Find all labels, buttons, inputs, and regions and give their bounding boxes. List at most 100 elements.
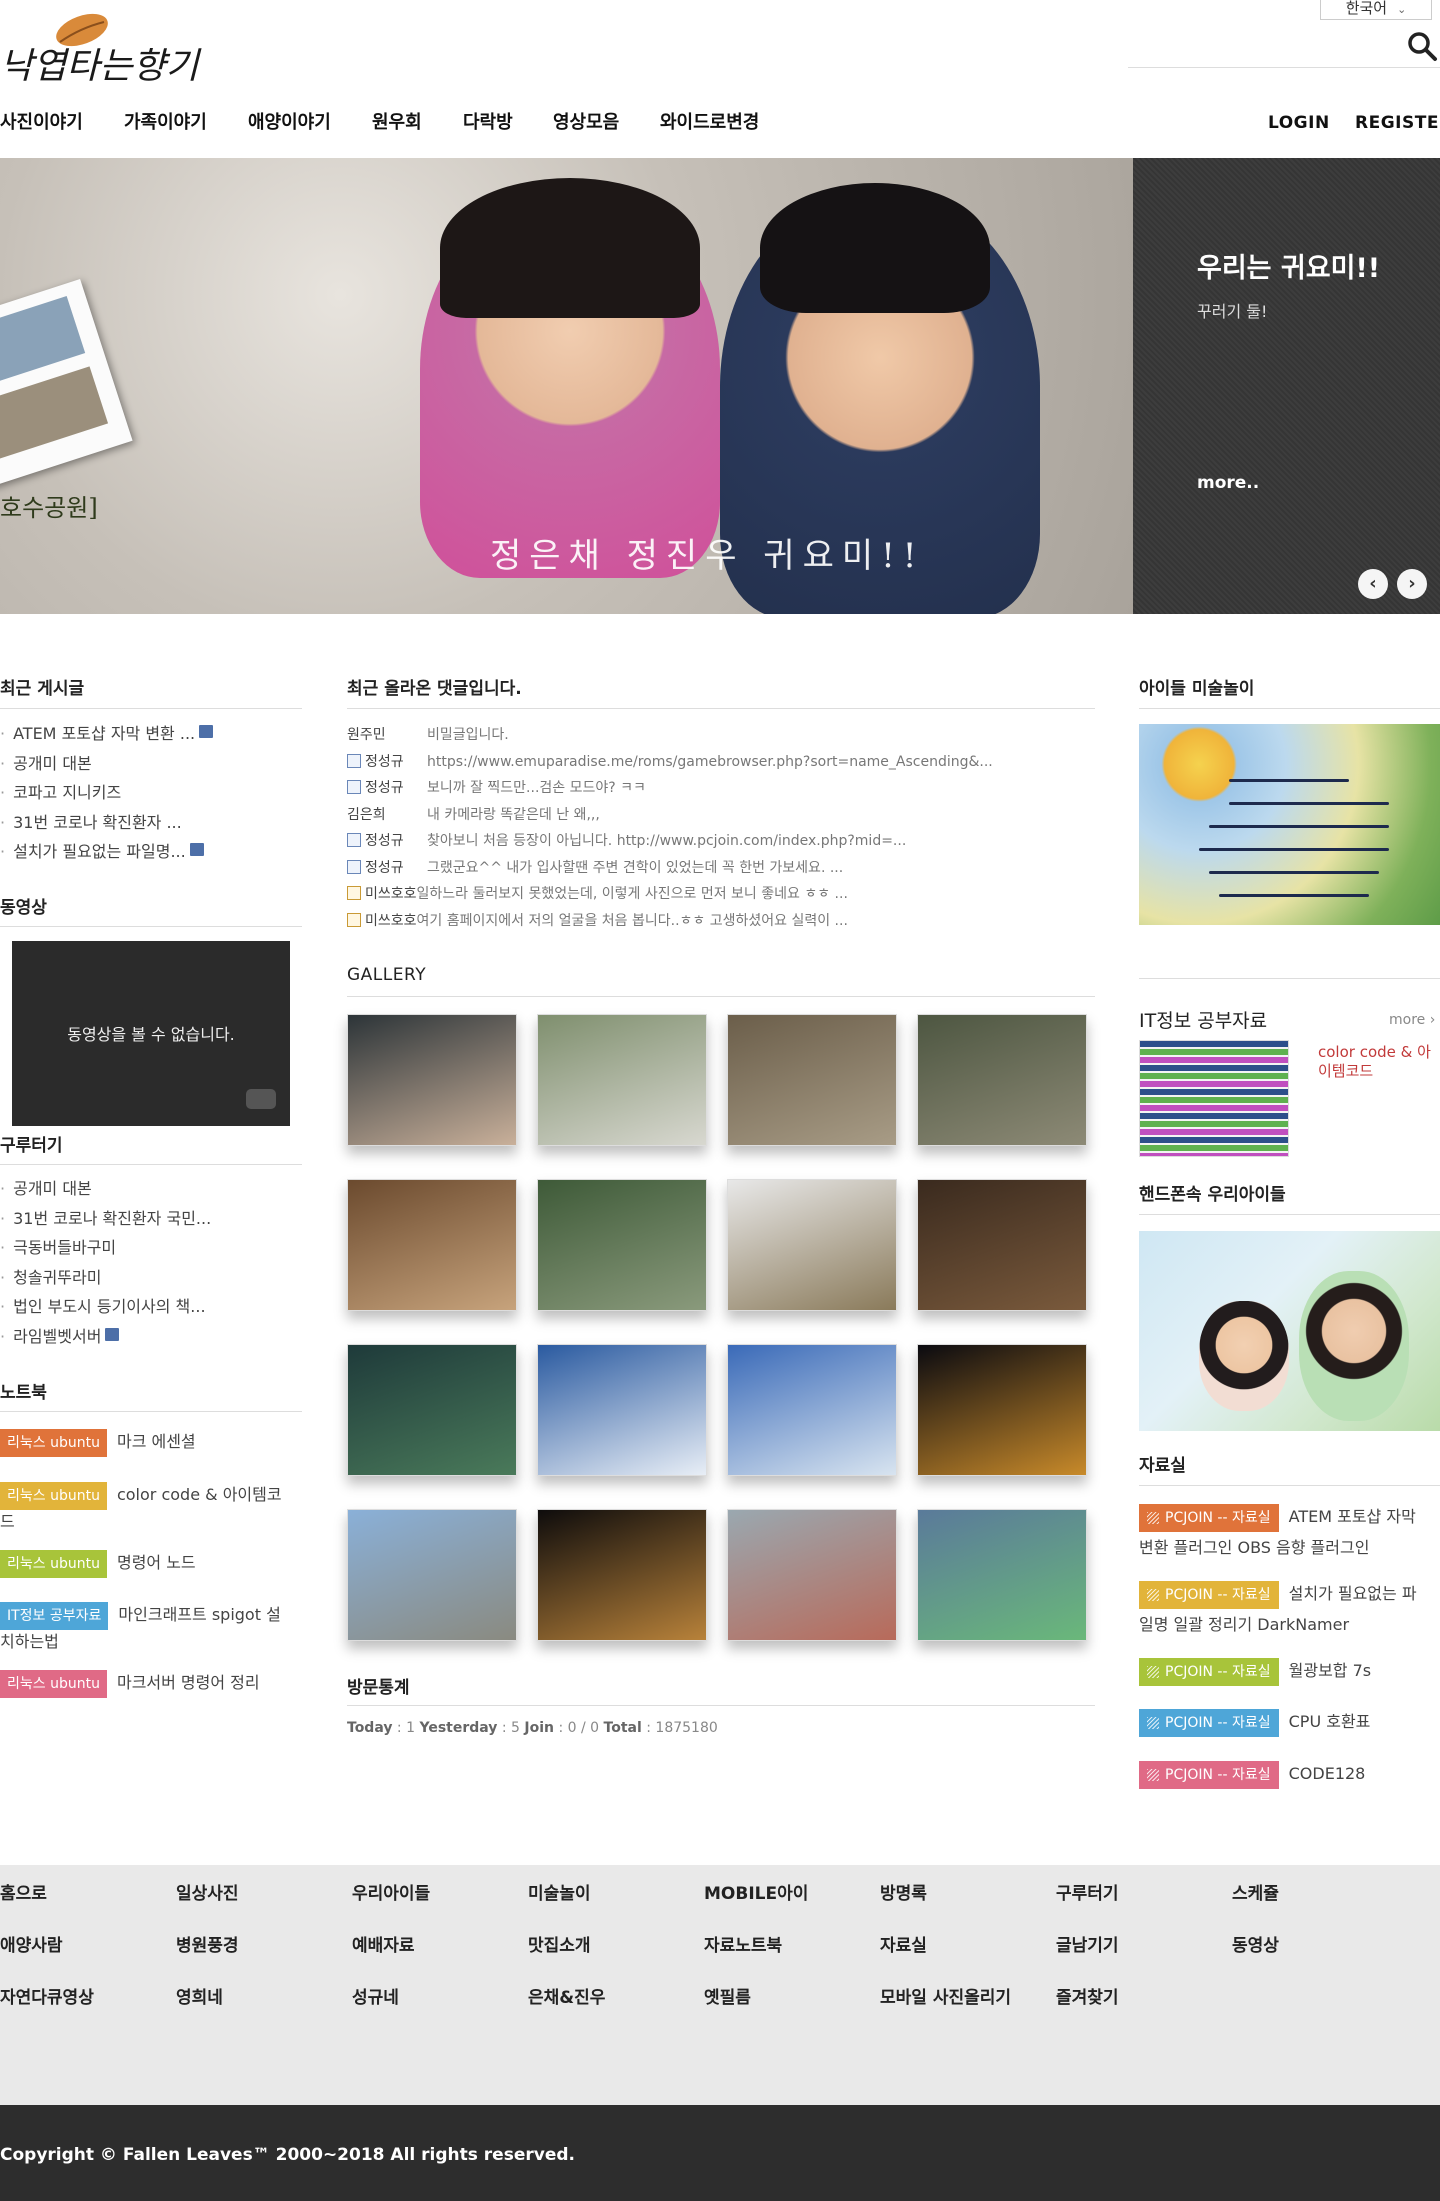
pds-item[interactable]: PCJOIN -- 자료실 CODE128 (1139, 1761, 1440, 1789)
list-item[interactable]: 코파고 지니키즈 (0, 778, 302, 808)
nav-item-alumni[interactable]: 원우회 (372, 109, 422, 137)
category-tag: 리눅스 ubuntu (0, 1670, 107, 1698)
gallery-thumb[interactable] (347, 1014, 517, 1146)
notebook-item[interactable]: 리눅스 ubuntu 명령어 노드 (0, 1549, 196, 1578)
kids-artwork-image[interactable] (1139, 724, 1440, 925)
nav-item-aeyang[interactable]: 애양이야기 (248, 109, 331, 137)
login-link[interactable]: LOGIN (1268, 109, 1330, 137)
footer-link[interactable]: 애양사람 (0, 1931, 63, 1956)
family-title: 핸드폰속 우리아이들 (1139, 1185, 1286, 1205)
category-tag: PCJOIN -- 자료실 (1139, 1504, 1279, 1532)
site-logo[interactable]: 낙엽타는향기 (0, 8, 210, 96)
footer-link[interactable]: 글남기기 (1056, 1931, 1119, 1956)
footer-link[interactable]: 모바일 사진올리기 (880, 1983, 1011, 2008)
gallery-thumb[interactable] (917, 1344, 1087, 1476)
list-item[interactable]: 라임벨벳서버 (0, 1322, 302, 1352)
notebook-item[interactable]: 리눅스 ubuntu 마크서버 명령어 정리 (0, 1669, 260, 1698)
pds-item[interactable]: PCJOIN -- 자료실 월광보합 7s (1139, 1658, 1440, 1686)
slide-prev-button[interactable]: ‹ (1358, 569, 1388, 599)
chevron-right-icon: › (1429, 1012, 1436, 1028)
it-more-link[interactable]: more › (1389, 1012, 1435, 1028)
list-item[interactable]: 공개미 대본 (0, 1174, 302, 1204)
family-photo[interactable] (1139, 1231, 1440, 1431)
gallery-thumb[interactable] (537, 1344, 707, 1476)
nav-item-wide[interactable]: 와이드로변경 (660, 109, 759, 137)
list-item[interactable]: 법인 부도시 등기이사의 책... (0, 1292, 302, 1322)
notebook-item[interactable]: IT정보 공부자료 마인크래프트 spigot 설 (0, 1601, 281, 1630)
language-label: 한국어 (1345, 0, 1388, 17)
gallery-thumb[interactable] (727, 1179, 897, 1311)
gallery-thumb[interactable] (917, 1179, 1087, 1311)
gallery-thumb[interactable] (537, 1014, 707, 1146)
list-item[interactable]: 극동버들바구미 (0, 1233, 302, 1263)
pds-item[interactable]: PCJOIN -- 자료실 설치가 필요없는 파 (1139, 1581, 1440, 1609)
footer-link[interactable]: 우리아이들 (352, 1879, 430, 1904)
comment-row[interactable]: 정성규 보니까 잘 찍드만...검손 모드야? ㅋㅋ (347, 775, 1095, 802)
it-study-text[interactable]: color code & 아이템코드 (1318, 1043, 1440, 1081)
comment-row[interactable]: 정성규 찾아보니 처음 등장이 아닙니다. http://www.pcjoin.c… (347, 828, 1095, 855)
nav-item-videos[interactable]: 영상모음 (553, 109, 619, 137)
list-item[interactable]: 31번 코로나 확진환자 ... (0, 808, 302, 838)
footer-link[interactable]: 자료실 (880, 1931, 927, 1956)
pds-item[interactable]: PCJOIN -- 자료실 CPU 호환표 (1139, 1709, 1440, 1737)
gallery-grid (347, 1014, 1095, 1644)
comment-row[interactable]: 미쓰호호일하느라 둘러보지 못했었는데, 이렇게 사진으로 먼저 보니 좋네요 … (347, 881, 1095, 908)
footer-link[interactable]: 자연다큐영상 (0, 1983, 94, 2008)
gallery-thumb[interactable] (347, 1344, 517, 1476)
footer-link[interactable]: 구루터기 (1056, 1879, 1119, 1904)
slide-more-link[interactable]: more.. (1197, 473, 1259, 493)
profile-icon (347, 753, 361, 768)
slide-next-button[interactable]: › (1397, 569, 1427, 599)
gallery-thumb[interactable] (347, 1509, 517, 1641)
footer-link[interactable]: 맛집소개 (528, 1931, 591, 1956)
comment-row[interactable]: 정성규 https://www.emuparadise.me/roms/gameb… (347, 749, 1095, 776)
gallery-thumb[interactable] (727, 1509, 897, 1641)
gallery-thumb[interactable] (347, 1179, 517, 1311)
footer-link[interactable]: 영희네 (176, 1983, 223, 2008)
search-icon[interactable] (1406, 30, 1438, 62)
gallery-thumb[interactable] (727, 1014, 897, 1146)
footer-link[interactable]: 동영상 (1232, 1931, 1279, 1956)
list-item[interactable]: 공개미 대본 (0, 749, 302, 779)
pds-item[interactable]: PCJOIN -- 자료실 ATEM 포토샵 자막 (1139, 1504, 1440, 1532)
register-link[interactable]: REGISTER (1355, 109, 1440, 137)
list-item[interactable]: 설치가 필요없는 파일명... (0, 837, 302, 867)
list-item[interactable]: 31번 코로나 확진환자 국민... (0, 1204, 302, 1234)
gallery-thumb[interactable] (727, 1344, 897, 1476)
category-tag: 리눅스 ubuntu (0, 1429, 107, 1457)
comment-row[interactable]: 미쓰호호여기 홈페이지에서 저의 얼굴을 처음 봅니다..ㅎㅎ 고생하셨어요 실… (347, 908, 1095, 935)
footer-link[interactable]: 자료노트북 (704, 1931, 782, 1956)
nav-item-photo[interactable]: 사진이야기 (0, 109, 83, 137)
it-study-thumb[interactable] (1139, 1040, 1289, 1157)
slide-text-panel (1133, 158, 1440, 614)
footer-link[interactable]: 홈으로 (0, 1879, 47, 1904)
notebook-item[interactable]: 리눅스 ubuntu color code & 아이템코 (0, 1481, 282, 1510)
comment-row[interactable]: 정성규 그랬군요^^ 내가 입사할땐 주변 견학이 있었는데 꼭 한번 가보세요.… (347, 855, 1095, 882)
notebook-item[interactable]: 리눅스 ubuntu 마크 에센셜 (0, 1428, 196, 1457)
footer-link[interactable]: 일상사진 (176, 1879, 239, 1904)
chevron-down-icon: ⌄ (1397, 3, 1407, 16)
footer-link[interactable]: 옛필름 (704, 1983, 751, 2008)
nav-item-family[interactable]: 가족이야기 (124, 109, 207, 137)
footer-link[interactable]: 즐겨찾기 (1056, 1983, 1119, 2008)
list-item[interactable]: 청솔귀뚜라미 (0, 1263, 302, 1293)
list-item[interactable]: ATEM 포토샵 자막 변환 ... (0, 719, 302, 749)
footer-link[interactable]: 방명록 (880, 1879, 927, 1904)
footer-link[interactable]: 스케쥴 (1232, 1879, 1279, 1904)
language-select[interactable]: 한국어 ⌄ (1320, 0, 1432, 20)
video-player[interactable]: 동영상을 볼 수 없습니다. (12, 941, 290, 1126)
footer-link[interactable]: 성규네 (352, 1983, 399, 2008)
footer-link[interactable]: 예배자료 (352, 1931, 415, 1956)
divider (347, 708, 1095, 709)
footer-link[interactable]: 은채&진우 (528, 1983, 605, 2008)
gallery-thumb[interactable] (917, 1509, 1087, 1641)
footer-link[interactable]: 미술놀이 (528, 1879, 591, 1904)
gallery-thumb[interactable] (917, 1014, 1087, 1146)
footer-link[interactable]: 병원풍경 (176, 1931, 239, 1956)
gallery-thumb[interactable] (537, 1179, 707, 1311)
nav-item-attic[interactable]: 다락방 (463, 109, 513, 137)
comment-row[interactable]: 김은희 내 카메라랑 똑같은데 난 왜,,, (347, 802, 1095, 829)
gallery-thumb[interactable] (537, 1509, 707, 1641)
comment-row[interactable]: 원주민 비밀글입니다. (347, 722, 1095, 749)
footer-link[interactable]: MOBILE아이 (704, 1879, 808, 1904)
